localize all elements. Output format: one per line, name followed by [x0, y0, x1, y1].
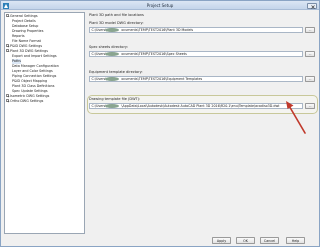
section-title: Plant 3D path and file locations: [89, 13, 144, 17]
spec-dir-browse-button[interactable]: ...: [305, 51, 315, 57]
equipment-dir-browse-button[interactable]: ...: [305, 76, 315, 82]
redaction-blur: [105, 104, 119, 108]
project-setup-window: Project Setup General Settings Project D…: [0, 0, 320, 247]
close-icon: [311, 4, 315, 9]
model-dir-input[interactable]: C:\Users\ ocuments\TEMP\TEST2016\Plant 3D…: [89, 27, 303, 33]
window-title: Project Setup: [146, 3, 174, 8]
expand-icon[interactable]: [6, 44, 10, 48]
tree-item-label: Ortho DWG Settings: [10, 99, 44, 103]
tree-item-ortho-dwg-settings[interactable]: Ortho DWG Settings: [6, 99, 43, 104]
tree-item-label: Isometric DWG Settings: [10, 94, 50, 98]
tree-item-label: Reports: [12, 34, 25, 38]
title-bar: Project Setup: [1, 1, 319, 10]
expand-icon[interactable]: [6, 99, 10, 103]
tree-item-label: Piping Connection Settings: [12, 74, 57, 78]
apply-button[interactable]: Apply: [212, 237, 231, 244]
tree-item-label: General Settings: [10, 14, 38, 18]
tree-item-label: Project Details: [12, 19, 36, 23]
path-value: ocuments\TEMP\TEST2016\Spec Sheets: [121, 52, 187, 56]
path-value: ocuments\TEMP\TEST2016\Equipment Templat…: [121, 77, 203, 81]
tree-item-label: Drawing Properties: [12, 29, 44, 33]
collapse-icon[interactable]: [6, 14, 10, 18]
cancel-button[interactable]: Cancel: [260, 237, 279, 244]
settings-tree: General Settings Project Details Databas…: [4, 12, 85, 234]
help-button[interactable]: Help: [286, 237, 305, 244]
path-value: \AppData\Local\Autodesk\Autodesk AutoCAD…: [121, 104, 280, 108]
tree-item-label: Layer and Color Settings: [12, 69, 53, 73]
drawing-template-label: Drawing template file (DWT):: [89, 97, 141, 101]
close-button[interactable]: [307, 2, 317, 9]
tree-item-label: Export and Import Settings: [12, 54, 57, 58]
equipment-dir-label: Equipment template directory:: [89, 70, 143, 74]
tree-item-label: Data Manager Configuration: [12, 64, 59, 68]
tree-item-label: Plant 3D Class Definitions: [12, 84, 55, 88]
spec-dir-input[interactable]: C:\Users\ ocuments\TEMP\TEST2016\Spec She…: [89, 51, 303, 57]
redaction-blur: [105, 52, 119, 56]
tree-item-label: Database Setup: [12, 24, 39, 28]
tree-item-label: P&ID DWG Settings: [10, 44, 43, 48]
path-value: ocuments\TEMP\TEST2016\Plant 3D Models: [121, 28, 194, 32]
red-arrow-annotation: [286, 101, 306, 134]
collapse-icon[interactable]: [6, 49, 10, 53]
equipment-dir-input[interactable]: C:\Users\ ocuments\TEMP\TEST2016\Equipmen…: [89, 76, 303, 82]
tree-item-label: Paths: [12, 59, 21, 63]
tree-item-label: Spec Update Settings: [12, 89, 48, 93]
model-dir-browse-button[interactable]: ...: [305, 27, 315, 33]
tree-item-label: P&ID Object Mapping: [12, 79, 48, 83]
model-dir-label: Plant 3D model DWG directory:: [89, 21, 144, 25]
drawing-template-input[interactable]: C:\Users\ \AppData\Local\Autodesk\Autodes…: [89, 103, 303, 109]
tree-item-label: File Name Format: [12, 39, 41, 43]
expand-icon[interactable]: [6, 94, 10, 98]
ok-button[interactable]: OK: [236, 237, 255, 244]
redaction-blur: [105, 77, 119, 81]
spec-dir-label: Spec sheets directory:: [89, 45, 128, 49]
redaction-blur: [105, 28, 119, 32]
tree-item-label: Plant 3D DWG Settings: [10, 49, 48, 53]
